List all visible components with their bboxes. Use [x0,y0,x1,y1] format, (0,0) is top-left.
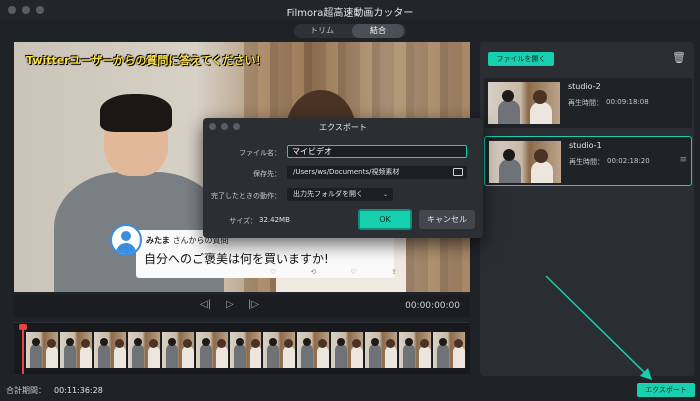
chevron-down-icon: ⌄ [382,191,388,198]
save-path-value: /Users/ws/Documents/視频素材 [293,168,400,176]
size-value: 32.42MB [259,216,290,224]
export-button[interactable]: エクスポート [637,383,695,397]
on-complete-value: 出力先フォルダを開く [293,190,363,198]
filename-label: ファイル名： [239,149,281,157]
size-label: サイズ： [229,217,257,225]
dialog-title: エクスポート [319,123,367,132]
action-label: 完了したときの動作： [211,192,281,200]
cancel-button[interactable]: キャンセル [419,210,475,229]
folder-icon[interactable] [453,168,463,176]
ok-button[interactable]: OK [358,209,412,230]
filename-field[interactable] [287,145,467,158]
save-path-field[interactable]: /Users/ws/Documents/視频素材 [287,166,467,179]
on-complete-select[interactable]: 出力先フォルダを開く ⌄ [287,188,393,201]
export-dialog: エクスポート ファイル名： 保存先： /Users/ws/Documents/視… [203,118,483,238]
path-label: 保存先： [253,170,281,178]
